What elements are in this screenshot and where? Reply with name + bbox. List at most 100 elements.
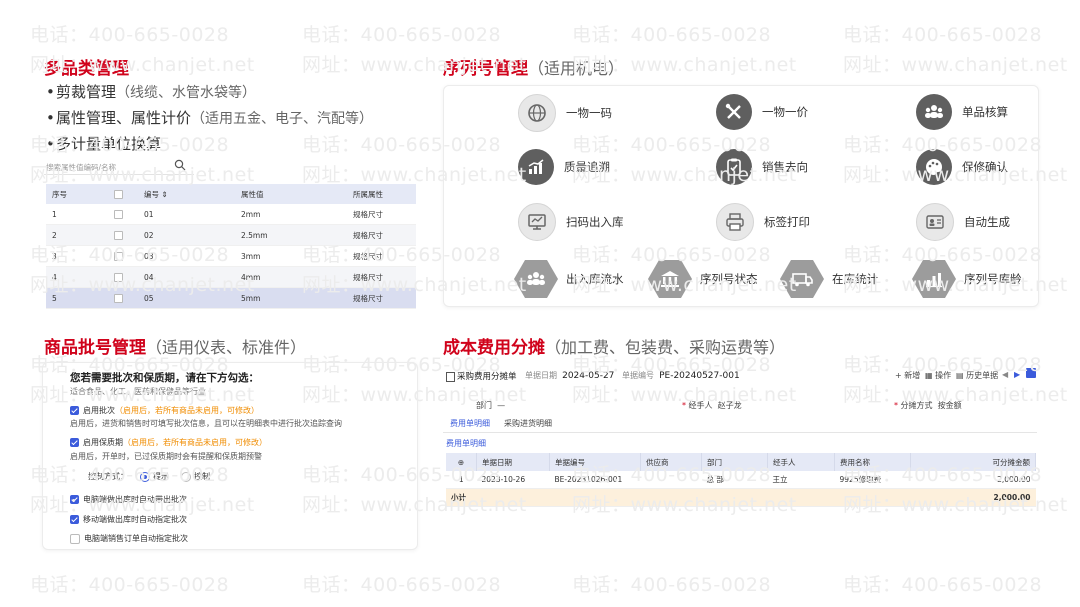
checkbox-checked[interactable] — [70, 406, 79, 415]
col-fee-name: 费用名称 — [834, 453, 911, 471]
col-code[interactable]: 编号 ⇕ — [138, 184, 235, 204]
serial-item-warranty[interactable]: 保修确认 — [916, 149, 1008, 185]
multi-category-title: 多品类管理 — [44, 59, 129, 79]
serial-item-inout-flow[interactable]: 出入库流水 — [514, 260, 624, 298]
row-checkbox[interactable] — [114, 293, 123, 303]
serial-item-one-price[interactable]: 一物一价 — [716, 94, 808, 130]
serial-item-stock-stats[interactable]: 在库统计 — [780, 260, 878, 298]
handler-field[interactable]: * 经手人 赵子龙 — [682, 400, 742, 411]
table-row[interactable]: 1 2023-10-26 BE-20231026-001 总 部 王立 9925… — [446, 471, 1036, 489]
tab-purchase-detail[interactable]: 采购进货明细 — [504, 418, 552, 429]
enable-shelf-life-checkbox[interactable]: 启用保质期 （启用后，若所有商品未启用，可修改） — [70, 437, 267, 448]
printer-icon — [716, 203, 754, 241]
table-row[interactable]: 5 05 5mm 规格尺寸 — [46, 287, 416, 309]
col-supplier: 供应商 — [640, 453, 702, 471]
radio-control[interactable] — [181, 471, 191, 482]
batch-desc: 启用后，进货和销售时可填写批次信息，且可以在明细表中进行批次追踪查询 — [70, 419, 342, 428]
prev-arrow-icon[interactable]: ◀ — [1002, 370, 1008, 379]
col-index: 序号 — [46, 184, 108, 204]
checkbox-checked[interactable] — [70, 515, 79, 524]
history-button[interactable]: ▤ 历史单据 — [956, 370, 998, 381]
menu-icon[interactable] — [1026, 368, 1036, 378]
bullet-unit: •多计量单位换算 — [46, 135, 162, 153]
table-row[interactable]: 2 02 2.5mm 规格尺寸 — [46, 224, 416, 246]
watermark-phone: 电话：400-665-0028 — [843, 24, 1043, 46]
ops-button[interactable]: ▦ 操作 — [925, 370, 951, 381]
tools-icon — [716, 94, 752, 130]
watermark-site: 网址：www.chanjet.net — [843, 54, 1068, 76]
document-icon — [446, 371, 455, 382]
calendar-icon: ▤ — [956, 371, 964, 380]
enable-batch-checkbox[interactable]: 启用批次 （启用后，若所有商品未启用，可修改） — [70, 405, 259, 416]
serial-item-one-code[interactable]: 一物一码 — [518, 94, 612, 132]
radio-prompt[interactable] — [140, 471, 150, 482]
fee-table: ⊕ 单据日期 单据编号 供应商 部门 经手人 费用名称 可分摊金额 1 2023… — [446, 453, 1036, 507]
truck-icon — [780, 260, 824, 298]
monitor-icon — [518, 203, 556, 241]
dept-field[interactable]: 部门 — — [476, 400, 505, 411]
checkbox-checked[interactable] — [70, 495, 79, 504]
bar-chart-icon — [912, 260, 956, 298]
col-add[interactable]: ⊕ — [446, 453, 477, 471]
bullet-attr: •属性管理、属性计价（适用五金、电子、汽配等） — [46, 109, 374, 127]
serial-item-auto-generate[interactable]: 自动生成 — [916, 203, 1010, 241]
batch-title: 商品批号管理（适用仪表、标准件） — [44, 338, 307, 358]
cost-title: 成本费用分摊（加工费、包装费、采购运费等） — [443, 338, 786, 358]
attribute-search-input[interactable]: 搜索属性值编码/名称 — [44, 158, 194, 175]
batch-heading: 您若需要批次和保质期，请在下方勾选： — [70, 372, 259, 384]
tab-divider — [443, 432, 1037, 433]
method-field[interactable]: * 分摊方式 按金额 — [894, 400, 962, 411]
serial-item-status[interactable]: 序列号状态 — [648, 260, 758, 298]
people-icon — [514, 260, 558, 298]
clipboard-icon — [716, 149, 752, 185]
tab-fee-detail[interactable]: 费用单明细 — [450, 418, 490, 433]
new-button[interactable]: + 新增 — [895, 370, 920, 381]
mobile-outbound-auto-batch-checkbox[interactable]: 移动端做出库时自动指定批次 — [70, 514, 187, 525]
multi-category-bullets: •剪裁管理（线缆、水管水袋等） •属性管理、属性计价（适用五金、电子、汽配等） … — [46, 80, 373, 157]
serial-title: 序列号管理（适用机电） — [443, 59, 625, 79]
col-attribute: 所属属性 — [347, 184, 416, 204]
doc-title: 采购费用分摊单 — [446, 370, 517, 382]
serial-item-unit-cost[interactable]: 单品核算 — [916, 94, 1008, 130]
pc-sales-order-batch-checkbox[interactable]: 电脑端销售订单自动指定批次 — [70, 533, 188, 544]
watermark-phone: 电话：400-665-0028 — [843, 574, 1043, 596]
row-checkbox[interactable] — [114, 251, 123, 261]
table-row[interactable]: 4 04 4mm 规格尺寸 — [46, 266, 416, 288]
attribute-table: 序号 编号 ⇕ 属性值 所属属性 1 01 2mm 规格尺寸 2 02 2.5m… — [46, 184, 416, 309]
serial-item-age[interactable]: 序列号库龄 — [912, 260, 1022, 298]
serial-item-sales-destination[interactable]: 销售去向 — [716, 149, 808, 185]
section-label: 费用单明细 — [446, 439, 486, 448]
watermark-phone: 电话：400-665-0028 — [302, 574, 502, 596]
control-mode-row: 控制方式： 提示 控制 — [88, 471, 210, 482]
table-row[interactable]: 3 03 3mm 规格尺寸 — [46, 245, 416, 267]
col-dept: 部门 — [701, 453, 768, 471]
checkbox-unchecked[interactable] — [70, 533, 80, 544]
serial-item-scan-inout[interactable]: 扫码出入库 — [518, 203, 624, 241]
doc-number: 单据编号 PE-20240527-001 — [622, 371, 740, 381]
row-checkbox[interactable] — [114, 230, 123, 240]
shelf-desc: 启用后，开单时，已过保质期时会有提醒和保质期预警 — [70, 452, 262, 461]
col-date: 单据日期 — [476, 453, 550, 471]
watermark-phone: 电话：400-665-0028 — [302, 24, 502, 46]
row-checkbox[interactable] — [114, 209, 123, 219]
col-amount: 可分摊金额 — [910, 453, 1036, 471]
subtotal-row: 小计 2,000.00 — [446, 488, 1036, 507]
palette-icon — [916, 149, 952, 185]
bank-icon — [648, 260, 692, 298]
watermark-phone: 电话：400-665-0028 — [572, 24, 772, 46]
row-checkbox[interactable] — [114, 272, 123, 282]
bullet-cut: •剪裁管理（线缆、水管水袋等） — [46, 83, 257, 101]
batch-heading-sub: 适合食品、化工、医药和保健品等行业 — [70, 387, 206, 396]
next-arrow-icon[interactable]: ▶ — [1014, 370, 1020, 379]
serial-item-label-print[interactable]: 标签打印 — [716, 203, 810, 241]
pc-outbound-auto-batch-checkbox[interactable]: 电脑端做出库时自动带出批次 — [70, 494, 187, 505]
table-row[interactable]: 1 01 2mm 规格尺寸 — [46, 204, 416, 225]
checkbox-checked[interactable] — [70, 438, 79, 447]
serial-item-quality-trace[interactable]: 质量追溯 — [518, 149, 610, 185]
search-icon[interactable] — [174, 159, 186, 171]
chart-up-icon — [518, 149, 554, 185]
col-select[interactable] — [108, 184, 138, 204]
id-card-icon — [916, 203, 954, 241]
select-all-checkbox[interactable] — [114, 189, 123, 199]
globe-icon — [518, 94, 556, 132]
